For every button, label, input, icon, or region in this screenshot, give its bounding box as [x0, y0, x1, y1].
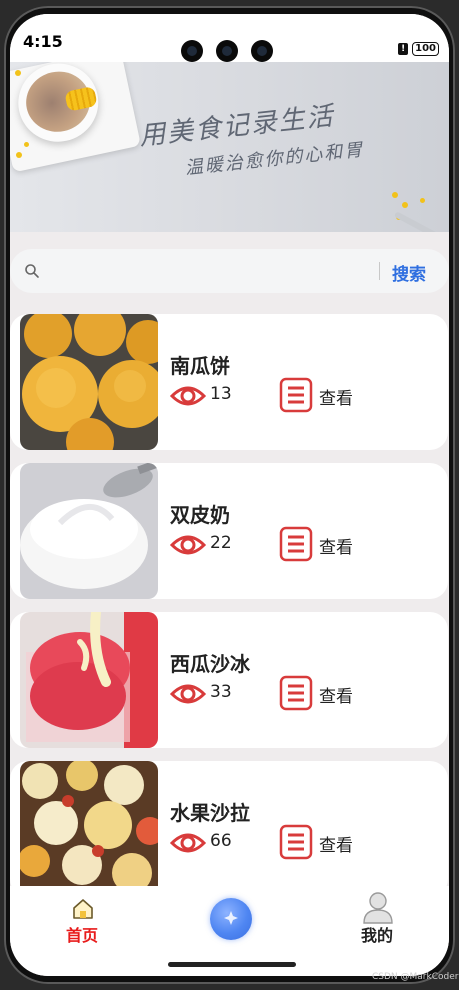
recipe-list[interactable]: 南瓜饼 13 查看 双皮奶 22 查看 西瓜沙冰 33 查看 水果沙拉 66 查… [10, 314, 449, 886]
recipe-title: 水果沙拉 [170, 801, 250, 825]
list-icon[interactable] [279, 526, 313, 562]
list-icon[interactable] [279, 824, 313, 860]
search-button[interactable]: 搜索 [392, 260, 426, 285]
search-divider [379, 262, 380, 280]
ai-icon [224, 911, 238, 925]
banner-carousel[interactable]: 用美食记录生活 温暖治愈你的心和胃 [10, 62, 449, 232]
eye-icon [170, 684, 206, 704]
banner-spoon-image [393, 211, 449, 232]
recipe-card[interactable]: 南瓜饼 13 查看 [10, 314, 448, 450]
tab-home-label[interactable]: 首页 [66, 922, 98, 946]
watermark: CSDN @MarkCoder [372, 972, 459, 982]
view-count: 66 [210, 831, 232, 851]
list-icon[interactable] [279, 377, 313, 413]
eye-icon [170, 833, 206, 853]
recipe-image-fruit-salad [20, 761, 158, 886]
tab-mine-label[interactable]: 我的 [361, 922, 393, 946]
battery-icon: 100 [412, 42, 439, 56]
phone-frame: 4:15 ! 100 用美食记录生活 温暖治愈你的心和胃 搜索 南瓜饼 13 查… [4, 6, 455, 984]
recipe-card[interactable]: 西瓜沙冰 33 查看 [10, 612, 448, 748]
eye-icon [170, 535, 206, 555]
app-screen: 4:15 ! 100 用美食记录生活 温暖治愈你的心和胃 搜索 南瓜饼 13 查… [10, 14, 449, 976]
search-icon [25, 264, 39, 278]
recipe-title: 南瓜饼 [170, 354, 230, 378]
status-icons: ! 100 [398, 42, 439, 56]
recipe-card[interactable]: 水果沙拉 66 查看 [10, 761, 448, 886]
view-count: 33 [210, 682, 232, 702]
status-time: 4:15 [23, 32, 63, 51]
banner-plate-image [10, 62, 141, 173]
recipe-image-pumpkin-cake [20, 314, 158, 450]
search-bar: 搜索 [10, 249, 449, 293]
view-detail-link[interactable]: 查看 [319, 682, 353, 707]
camera-icon [251, 40, 273, 62]
recipe-title: 双皮奶 [170, 503, 230, 527]
eye-icon [170, 386, 206, 406]
view-detail-link[interactable]: 查看 [319, 533, 353, 558]
ai-assistant-button[interactable] [210, 898, 252, 940]
search-input[interactable] [50, 257, 374, 287]
user-icon[interactable] [361, 890, 395, 924]
view-count: 22 [210, 533, 232, 553]
recipe-title: 西瓜沙冰 [170, 652, 250, 676]
recipe-card[interactable]: 双皮奶 22 查看 [10, 463, 448, 599]
view-detail-link[interactable]: 查看 [319, 831, 353, 856]
banner-caption: 用美食记录生活 温暖治愈你的心和胃 [137, 85, 443, 185]
view-detail-link[interactable]: 查看 [319, 384, 353, 409]
status-bar: 4:15 ! 100 [10, 14, 449, 62]
alert-icon: ! [398, 43, 409, 55]
recipe-image-watermelon-ice [20, 612, 158, 748]
home-icon[interactable] [72, 898, 94, 920]
recipe-image-double-skin-milk [20, 463, 158, 599]
camera-icon [216, 40, 238, 62]
camera-icon [181, 40, 203, 62]
home-indicator[interactable] [168, 962, 296, 967]
list-icon[interactable] [279, 675, 313, 711]
view-count: 13 [210, 384, 232, 404]
